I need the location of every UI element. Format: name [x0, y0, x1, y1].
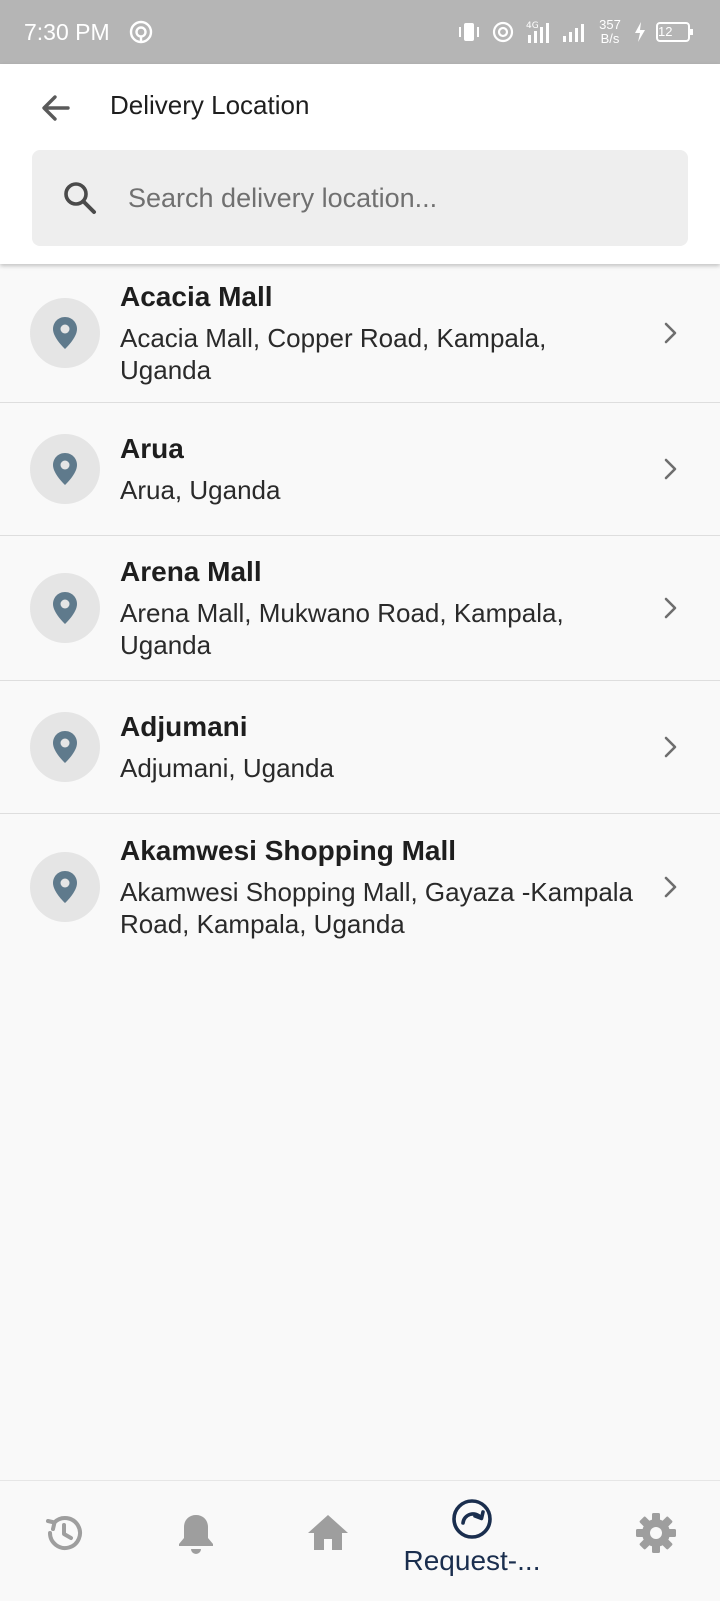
- app-bar: Delivery Location: [0, 64, 720, 264]
- location-name: Acacia Mall: [120, 281, 273, 312]
- nav-history[interactable]: [40, 1509, 88, 1557]
- hotspot-icon: [128, 19, 154, 45]
- list-item[interactable]: Arua Arua, Uganda: [0, 403, 720, 536]
- location-address: Arua, Uganda: [120, 475, 281, 505]
- map-pin-icon: [53, 731, 77, 763]
- chevron-right-icon: [656, 455, 684, 483]
- location-avatar: [30, 851, 100, 922]
- list-item-text: Acacia Mall Acacia Mall, Copper Road, Ka…: [120, 280, 640, 386]
- location-avatar: [30, 434, 100, 504]
- net-speed-value: 357: [599, 17, 621, 32]
- nav-request[interactable]: Request-...: [390, 1497, 554, 1577]
- map-pin-icon: [53, 453, 77, 485]
- home-icon: [308, 1515, 348, 1550]
- nav-home[interactable]: [304, 1509, 352, 1557]
- chevron-right-icon: [656, 594, 684, 622]
- location-list: Acacia Mall Acacia Mall, Copper Road, Ka…: [0, 264, 720, 959]
- location-name: Akamwesi Shopping Mall: [120, 834, 457, 866]
- list-item-text: Arua Arua, Uganda: [120, 432, 640, 506]
- location-name: Arua: [120, 433, 184, 464]
- nav-settings[interactable]: [632, 1509, 680, 1557]
- signal-4g-icon: 4G: [524, 19, 552, 45]
- search-box[interactable]: [32, 150, 688, 246]
- chevron-right-icon: [656, 319, 684, 347]
- hotspot-icon: [491, 20, 515, 44]
- location-avatar: [30, 573, 100, 643]
- charging-icon: [633, 21, 647, 43]
- back-button[interactable]: [32, 84, 80, 132]
- location-avatar: [30, 298, 100, 368]
- list-item[interactable]: Arena Mall Arena Mall, Mukwano Road, Kam…: [0, 536, 720, 681]
- list-item[interactable]: Akamwesi Shopping Mall Akamwesi Shopping…: [0, 814, 720, 959]
- list-item[interactable]: Adjumani Adjumani, Uganda: [0, 681, 720, 814]
- net-speed-unit: B/s: [600, 31, 620, 46]
- search-icon: [60, 178, 100, 218]
- status-icons: 4G 357 B/s 12: [456, 18, 693, 46]
- gear-icon: [636, 1513, 676, 1553]
- list-item-text: Arena Mall Arena Mall, Mukwano Road, Kam…: [120, 555, 640, 661]
- request-icon: [452, 1499, 492, 1539]
- map-pin-icon: [53, 317, 77, 349]
- location-address: Akamwesi Shopping Mall, Gayaza -Kampala …: [120, 876, 634, 939]
- location-name: Arena Mall: [120, 556, 262, 587]
- map-pin-icon: [53, 870, 77, 903]
- map-pin-icon: [53, 592, 77, 624]
- status-time: 7:30 PM: [24, 18, 110, 45]
- battery-icon: 12: [656, 22, 693, 42]
- vibrate-icon: [456, 20, 482, 44]
- location-address: Adjumani, Uganda: [120, 753, 334, 783]
- network-type: 4G: [526, 21, 539, 31]
- location-address: Arena Mall, Mukwano Road, Kampala, Ugand…: [120, 598, 564, 660]
- list-item-text: Adjumani Adjumani, Uganda: [120, 710, 640, 784]
- list-item-text: Akamwesi Shopping Mall Akamwesi Shopping…: [120, 834, 640, 940]
- location-name: Adjumani: [120, 711, 248, 742]
- status-bar: 7:30 PM 4G 357 B/s 12: [0, 0, 720, 64]
- net-speed: 357 B/s: [596, 18, 624, 46]
- arrow-left-icon: [42, 95, 70, 121]
- nav-notifications[interactable]: [172, 1509, 220, 1557]
- location-address: Acacia Mall, Copper Road, Kampala, Ugand…: [120, 323, 547, 385]
- bell-icon: [179, 1515, 213, 1554]
- search-input[interactable]: [126, 181, 688, 215]
- chevron-right-icon: [656, 873, 684, 901]
- location-avatar: [30, 712, 100, 782]
- page-title: Delivery Location: [110, 90, 310, 120]
- bottom-nav: Request-...: [0, 1480, 720, 1601]
- nav-request-label: Request-...: [403, 1545, 541, 1576]
- list-item[interactable]: Acacia Mall Acacia Mall, Copper Road, Ka…: [0, 264, 720, 403]
- chevron-right-icon: [656, 733, 684, 761]
- history-icon: [46, 1516, 82, 1550]
- signal-icon: [561, 20, 587, 44]
